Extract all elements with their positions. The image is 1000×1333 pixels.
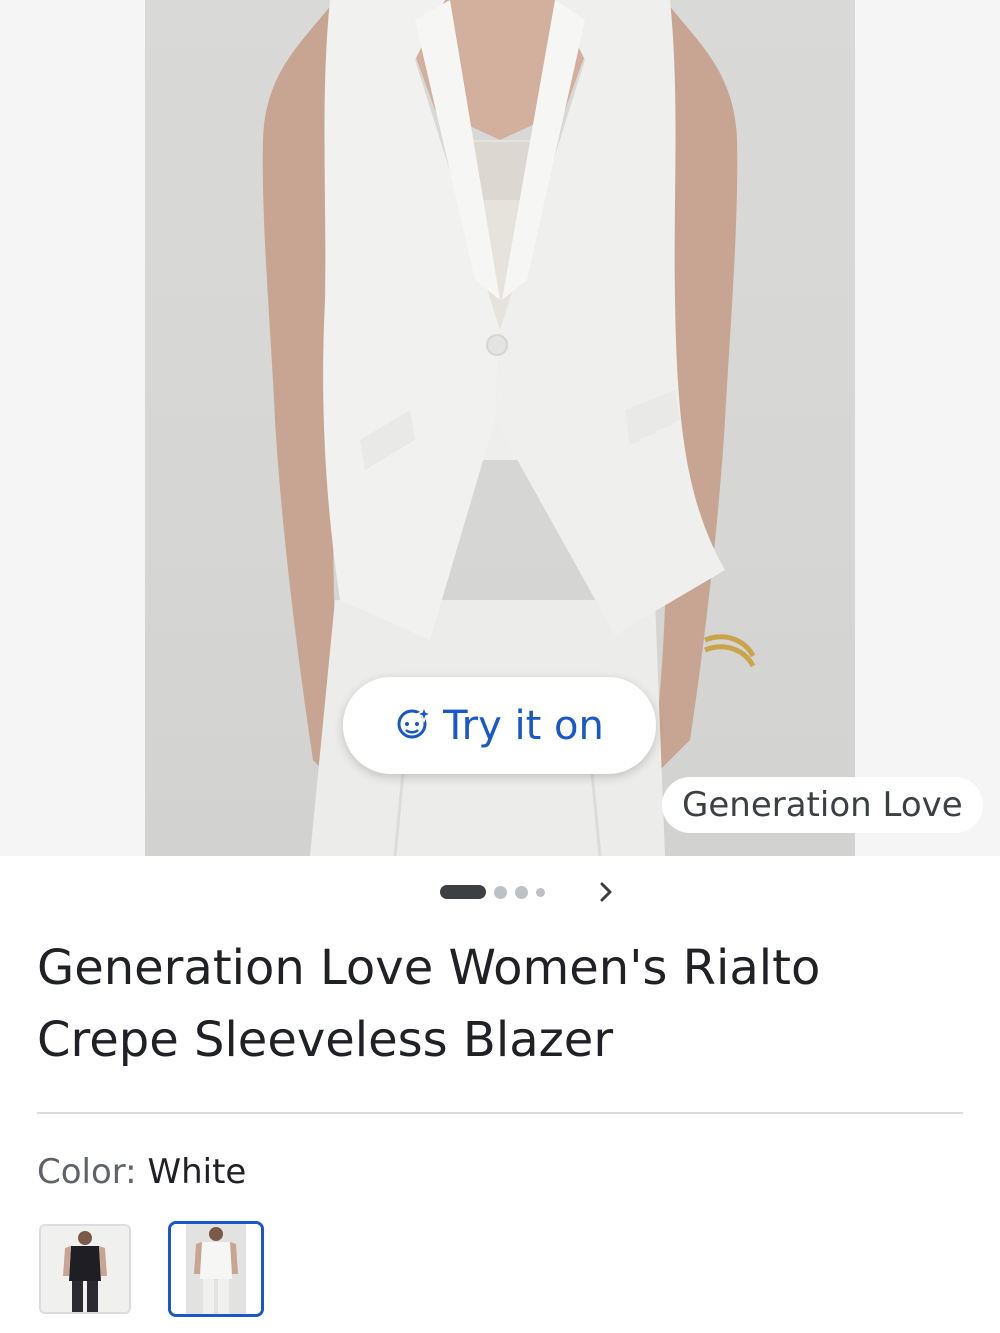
chevron-right-icon[interactable]: [593, 879, 619, 905]
carousel-dot[interactable]: [494, 885, 507, 899]
try-it-on-button[interactable]: Try it on: [343, 677, 656, 774]
brand-badge[interactable]: Generation Love: [662, 777, 983, 833]
face-sparkle-icon: [395, 704, 434, 746]
color-label: Color:: [37, 1152, 137, 1192]
carousel-dot-active[interactable]: [440, 885, 486, 899]
color-selection-label: Color: White: [37, 1152, 246, 1192]
color-value: White: [147, 1152, 247, 1192]
product-title: Generation Love Women's Rialto Crepe Sle…: [37, 932, 937, 1076]
swatch-white[interactable]: [168, 1221, 264, 1317]
carousel-indicator: [440, 884, 545, 900]
product-title-line-2: Crepe Sleeveless Blazer: [37, 1012, 614, 1068]
carousel-dot[interactable]: [536, 887, 545, 897]
carousel-dot[interactable]: [515, 885, 528, 899]
product-title-line-1: Generation Love Women's Rialto: [37, 940, 821, 996]
try-it-on-label: Try it on: [443, 702, 604, 749]
divider: [37, 1112, 963, 1114]
swatch-black[interactable]: [39, 1224, 131, 1314]
